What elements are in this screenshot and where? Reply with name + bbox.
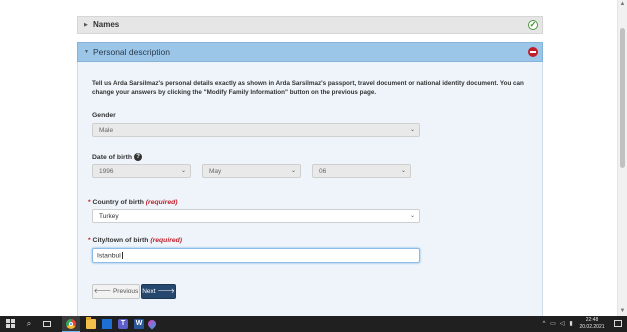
clock-date: 20.02.2021 (579, 323, 605, 330)
chrome-icon[interactable] (66, 319, 76, 329)
country-value: Turkey (99, 213, 119, 220)
collapsed-caret-icon: ▶ (84, 22, 88, 28)
mail-icon[interactable] (102, 319, 112, 329)
teams-icon[interactable]: T (118, 319, 128, 329)
previous-label: Previous (112, 288, 139, 295)
minus-circle-icon (528, 47, 538, 57)
chevron-down-icon: ⌄ (290, 168, 296, 174)
city-label-text: City/town of birth (92, 237, 149, 244)
intro-text: Tell us Arda Sarsilmaz's personal detail… (92, 80, 524, 96)
chevron-down-icon: ⌄ (409, 213, 415, 219)
word-icon[interactable]: W (134, 319, 144, 329)
scrollbar-thumb[interactable] (620, 28, 625, 168)
dob-label-text: Date of birth (92, 153, 133, 161)
arrow-right-icon: 🡒 (157, 288, 175, 295)
required-asterisk: * (88, 237, 91, 244)
dob-year-select[interactable]: 1996 ⌄ (92, 164, 191, 178)
taskbar: ⌕ T W ^ ▭ ◁ ▮ 22:48 20.02.2021 (0, 316, 627, 332)
scroll-up-icon[interactable]: ▲ (619, 1, 626, 8)
next-button[interactable]: Next 🡒 (141, 284, 176, 299)
dob-year-value: 1996 (99, 168, 114, 175)
dob-label: Date of birth? (92, 153, 143, 161)
dob-day-select[interactable]: 06 ⌄ (312, 164, 411, 178)
clock[interactable]: 22:48 20.02.2021 (577, 317, 607, 330)
task-view-icon[interactable] (42, 319, 52, 329)
country-label: * Country of birth (required) (88, 199, 178, 206)
chevron-down-icon: ⌄ (409, 127, 415, 133)
help-icon[interactable]: ? (134, 153, 143, 161)
expanded-caret-icon: ▼ (84, 49, 89, 55)
required-text: (required) (150, 237, 183, 244)
scroll-down-icon[interactable]: ▼ (619, 308, 626, 315)
search-icon[interactable]: ⌕ (24, 319, 34, 329)
section-names-header[interactable]: ▶ Names ✓ (77, 16, 543, 34)
chevron-up-icon[interactable]: ^ (541, 321, 547, 327)
battery-icon[interactable]: ▮ (568, 321, 574, 327)
personal-description-panel: Tell us Arda Sarsilmaz's personal detail… (77, 62, 543, 316)
text-caret (121, 252, 123, 259)
previous-button[interactable]: 🡐 Previous (92, 284, 140, 299)
required-asterisk: * (88, 199, 91, 206)
section-personal-header[interactable]: ▼ Personal description (77, 42, 543, 62)
section-names-title: Names (93, 20, 120, 29)
arrow-left-icon: 🡐 (93, 288, 112, 295)
system-tray: ^ ▭ ◁ ▮ 22:48 20.02.2021 (537, 316, 627, 332)
section-personal-title: Personal description (93, 47, 171, 57)
dob-day-value: 06 (319, 168, 327, 175)
city-input[interactable]: Istanbul (92, 248, 420, 263)
file-explorer-icon[interactable] (86, 317, 96, 329)
network-icon[interactable]: ▭ (550, 321, 556, 327)
windows-start-icon[interactable] (6, 319, 16, 329)
check-icon: ✓ (528, 20, 538, 30)
gender-label: Gender (92, 112, 116, 119)
required-text: (required) (145, 199, 178, 206)
country-select[interactable]: Turkey ⌄ (92, 209, 420, 223)
dob-month-value: May (209, 168, 222, 175)
chevron-down-icon: ⌄ (180, 168, 186, 174)
gender-select[interactable]: Male ⌄ (92, 123, 420, 137)
dob-month-select[interactable]: May ⌄ (202, 164, 301, 178)
notification-icon[interactable] (614, 320, 622, 327)
next-label: Next (142, 288, 156, 295)
volume-icon[interactable]: ◁ (559, 321, 565, 327)
chevron-down-icon: ⌄ (400, 168, 406, 174)
city-label: * City/town of birth (required) (88, 237, 182, 244)
app-drop-icon[interactable] (146, 318, 158, 330)
city-value: Istanbul (97, 252, 121, 260)
gender-value: Male (99, 127, 114, 134)
vertical-scrollbar[interactable]: ▲ ▼ (617, 0, 627, 316)
country-label-text: Country of birth (92, 199, 144, 206)
